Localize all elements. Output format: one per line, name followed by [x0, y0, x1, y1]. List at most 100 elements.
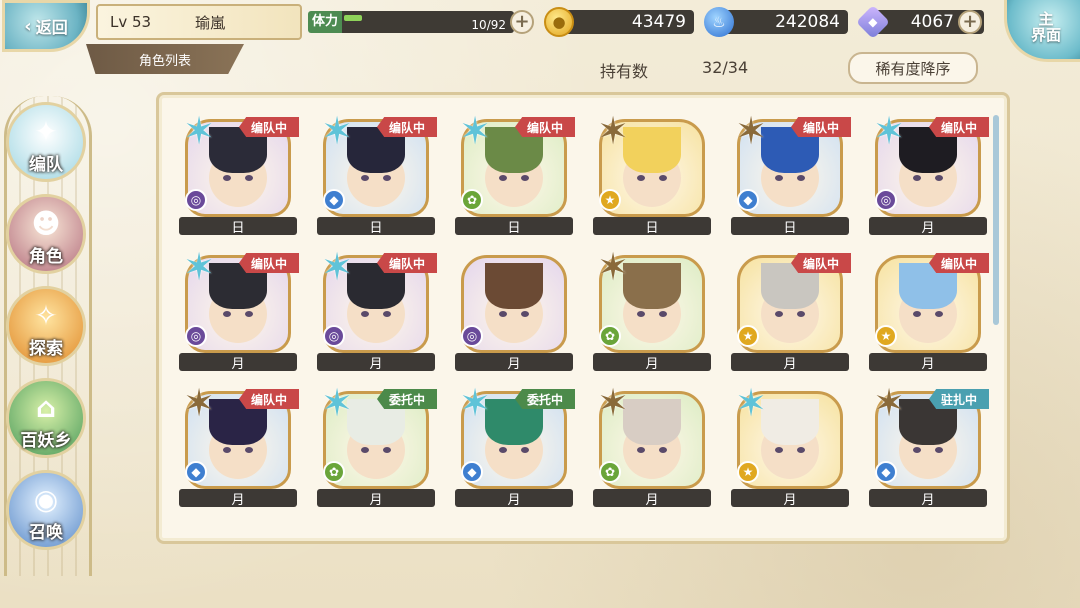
status-badge: 编队中 — [791, 117, 851, 137]
menu-label-explore: 探索 — [29, 339, 63, 359]
bronze-star-rank-icon: ✶ — [597, 381, 629, 425]
summon-icon: ◉ — [33, 483, 59, 516]
status-badge: 编队中 — [377, 253, 437, 273]
light-element-icon: ★ — [599, 189, 621, 211]
cyan-star-rank-icon: ✶ — [321, 381, 353, 425]
add-gems-button[interactable]: + — [958, 10, 982, 34]
menu-item-village[interactable]: ⌂ 百妖乡 — [6, 378, 86, 458]
day-night-attribute: 月 — [593, 489, 711, 508]
character-card[interactable]: 编队中 ★ 月 — [869, 253, 989, 372]
day-night-attribute: 月 — [455, 489, 573, 508]
bronze-star-rank-icon: ✶ — [183, 381, 215, 425]
player-level: Lv 53 — [110, 13, 152, 31]
gem-value: 4067 — [910, 12, 954, 32]
light-element-icon: ★ — [737, 461, 759, 483]
village-icon: ⌂ — [35, 391, 57, 424]
gold-value: 43479 — [631, 12, 686, 32]
side-menu: ✦ 编队 ☻ 角色 ✧ 探索 ⌂ 百妖乡 ◉ 召唤 — [0, 86, 96, 586]
character-icon: ☻ — [31, 207, 61, 240]
character-card[interactable]: ✶ ★ 日 — [593, 111, 711, 236]
gem-counter: ◆ 4067 + — [856, 5, 984, 39]
character-card[interactable]: ✶ 驻扎中 ◆ 月 — [869, 383, 989, 508]
day-night-attribute: 月 — [869, 353, 987, 372]
gold-counter: ● 43479 — [544, 7, 694, 37]
day-night-attribute: 月 — [731, 353, 849, 372]
light-element-icon: ★ — [875, 325, 897, 347]
character-card[interactable]: ✶ 编队中 ◆ 日 — [731, 111, 851, 236]
owned-count: 持有数 32/34 — [600, 58, 748, 82]
menu-label-characters: 角色 — [29, 247, 63, 267]
character-card[interactable]: ✶ 委托中 ✿ 月 — [317, 383, 437, 508]
sort-button[interactable]: 稀有度降序 — [848, 52, 978, 84]
status-badge: 编队中 — [377, 117, 437, 137]
day-night-attribute: 日 — [593, 217, 711, 236]
water-element-icon: ◆ — [323, 189, 345, 211]
add-stamina-button[interactable]: + — [510, 10, 534, 34]
character-card[interactable]: ✶ 编队中 ◎ 月 — [869, 111, 989, 236]
character-card[interactable]: ✶ 编队中 ◎ 月 — [179, 247, 299, 372]
dark-element-icon: ◎ — [461, 325, 483, 347]
character-grid: ✶ 编队中 ◎ 日 ✶ 编队中 ◆ 日 ✶ 编队中 ✿ 日 ✶ ★ 日 ✶ 编队中 ◆ 日 ✶ 编队中 ◎ 月 ✶ 编队中 ◎ 月 ✶… — [179, 111, 993, 508]
stamina-fill — [344, 15, 363, 21]
day-night-attribute: 月 — [179, 353, 297, 372]
character-card[interactable]: ✶ ✿ 月 — [593, 383, 711, 508]
water-element-icon: ◆ — [875, 461, 897, 483]
cyan-star-rank-icon: ✶ — [183, 109, 215, 153]
day-night-attribute: 日 — [731, 217, 849, 236]
status-badge: 编队中 — [929, 117, 989, 137]
character-card[interactable]: ✶ 编队中 ◎ 日 — [179, 111, 299, 236]
character-list-panel: ✶ 编队中 ◎ 日 ✶ 编队中 ◆ 日 ✶ 编队中 ✿ 日 ✶ ★ 日 ✶ 编队中 ◆ 日 ✶ 编队中 ◎ 月 ✶ 编队中 ◎ 月 ✶… — [156, 92, 1010, 544]
water-element-icon: ◆ — [461, 461, 483, 483]
stamina-value: 10/92 — [471, 18, 507, 32]
character-card[interactable]: ✶ 编队中 ◎ 月 — [317, 247, 437, 372]
menu-item-characters[interactable]: ☻ 角色 — [6, 194, 86, 274]
gold-coin-icon: ● — [544, 7, 574, 37]
menu-label-team: 编队 — [29, 155, 63, 175]
day-night-attribute: 日 — [455, 217, 573, 236]
character-card[interactable]: ✶ 编队中 ◆ 日 — [317, 111, 437, 236]
status-badge: 委托中 — [377, 389, 437, 409]
dark-element-icon: ◎ — [185, 189, 207, 211]
home-label-1: 主 — [1038, 9, 1054, 28]
stamina-bar: 10/92 — [342, 11, 515, 33]
light-element-icon: ★ — [737, 325, 759, 347]
bronze-star-rank-icon: ✶ — [597, 245, 629, 289]
cyan-star-rank-icon: ✶ — [873, 109, 905, 153]
soulfire-counter: ♨ 242084 — [704, 7, 848, 37]
character-card[interactable]: 编队中 ★ 月 — [731, 253, 851, 372]
wind-element-icon: ✿ — [599, 325, 621, 347]
cyan-star-rank-icon: ✶ — [459, 381, 491, 425]
menu-label-village: 百妖乡 — [20, 431, 72, 451]
team-icon: ✦ — [34, 115, 58, 148]
character-card[interactable]: ✶ ✿ 月 — [593, 247, 711, 372]
cyan-star-rank-icon: ✶ — [183, 245, 215, 289]
day-night-attribute: 日 — [179, 217, 297, 236]
scrollbar[interactable] — [993, 115, 999, 325]
player-profile: Lv 53 瑜嵐 — [96, 4, 302, 40]
water-element-icon: ◆ — [185, 461, 207, 483]
menu-item-team[interactable]: ✦ 编队 — [6, 102, 86, 182]
character-card[interactable]: ✶ 编队中 ✿ 日 — [455, 111, 575, 236]
character-card[interactable]: ✶ 委托中 ◆ 月 — [455, 383, 575, 508]
character-card[interactable]: ✶ 编队中 ◆ 月 — [179, 383, 299, 508]
character-card[interactable]: ◎ 月 — [455, 253, 573, 372]
water-element-icon: ◆ — [737, 189, 759, 211]
owned-value: 32/34 — [702, 58, 749, 77]
day-night-attribute: 月 — [179, 489, 297, 508]
soulfire-value: 242084 — [775, 12, 840, 32]
day-night-attribute: 月 — [593, 353, 711, 372]
cyan-star-rank-icon: ✶ — [459, 109, 491, 153]
menu-item-summon[interactable]: ◉ 召唤 — [6, 470, 86, 550]
status-badge: 编队中 — [929, 253, 989, 273]
character-card[interactable]: ✶ ★ 月 — [731, 383, 849, 508]
status-badge: 编队中 — [239, 117, 299, 137]
back-label: 返回 — [35, 18, 68, 37]
bronze-star-rank-icon: ✶ — [873, 381, 905, 425]
owned-label: 持有数 — [600, 62, 649, 81]
menu-item-explore[interactable]: ✧ 探索 — [6, 286, 86, 366]
wind-element-icon: ✿ — [461, 189, 483, 211]
day-night-attribute: 日 — [317, 217, 435, 236]
cyan-star-rank-icon: ✶ — [735, 381, 767, 425]
wind-element-icon: ✿ — [599, 461, 621, 483]
bronze-star-rank-icon: ✶ — [735, 109, 767, 153]
